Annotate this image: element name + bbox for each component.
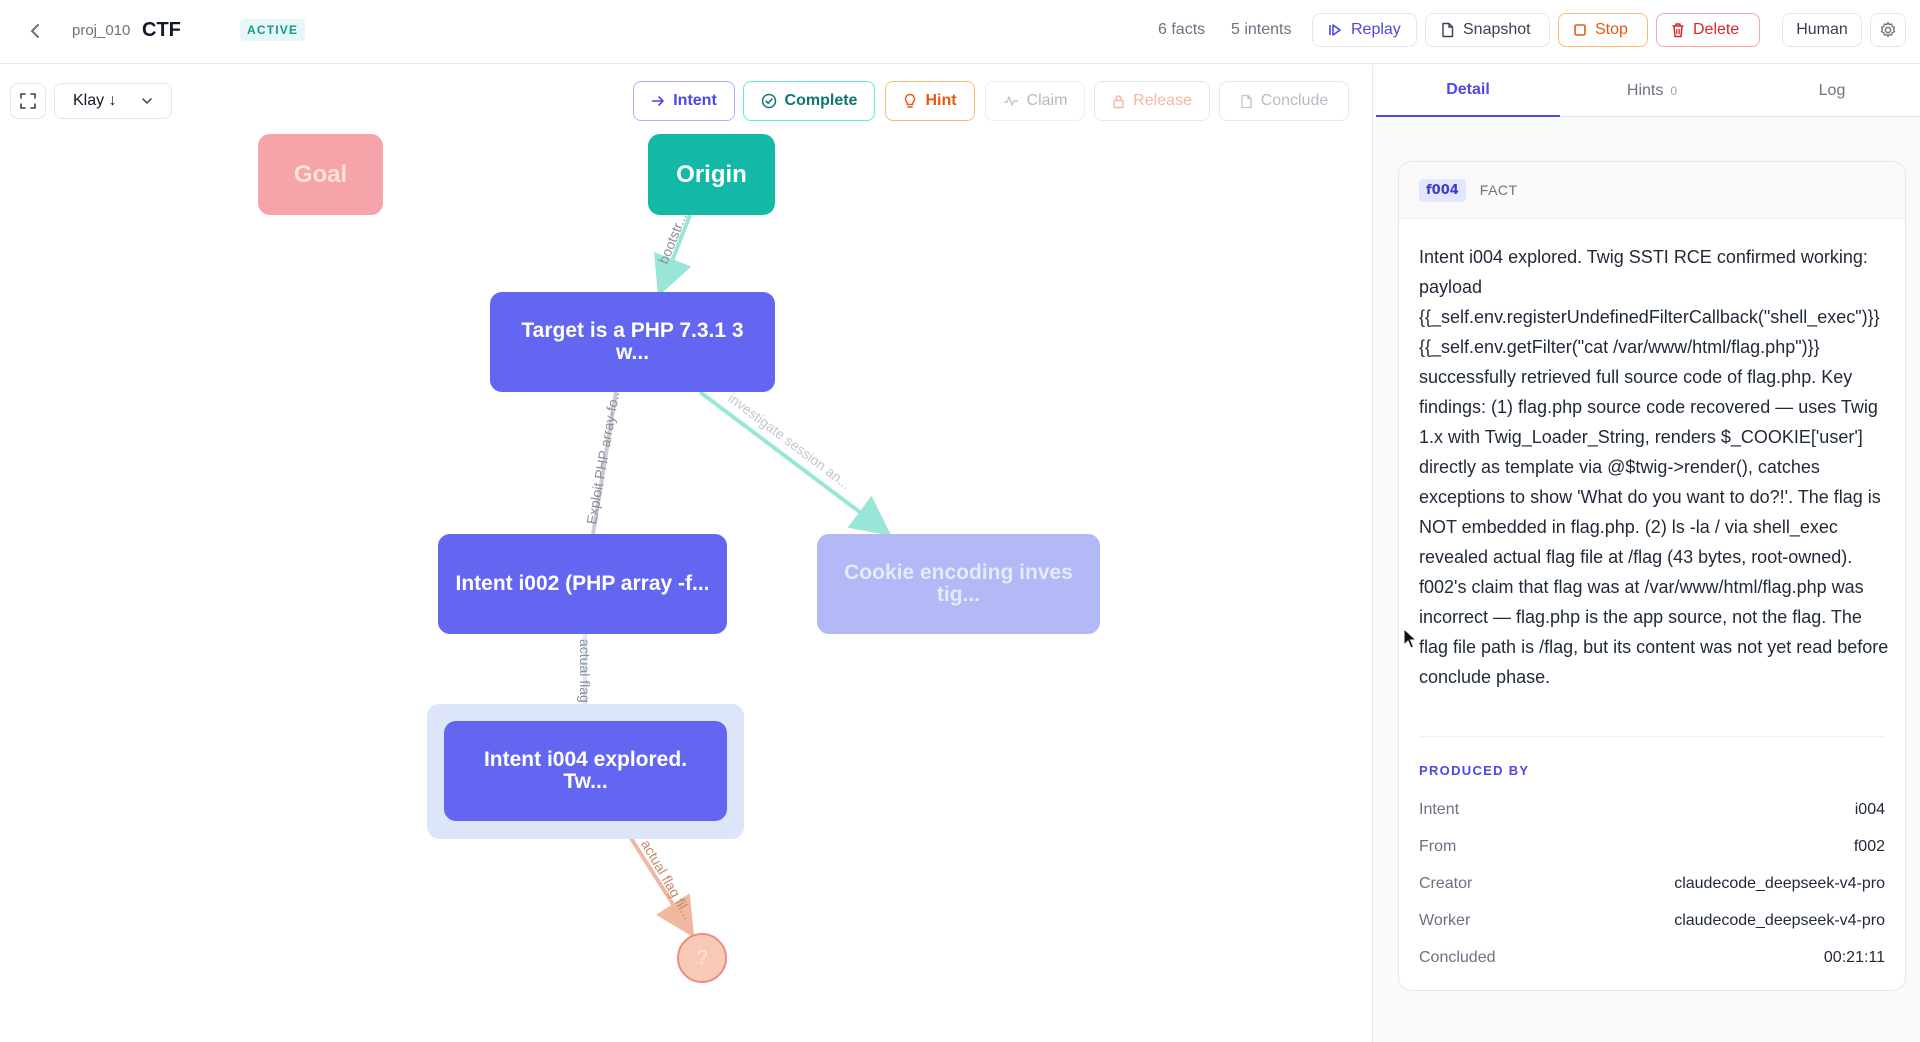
- edge-exploit: Exploit PHP array-fo...: [583, 387, 623, 535]
- node-cookie-encoding[interactable]: Cookie encoding inves tig...: [817, 534, 1100, 634]
- intent-button[interactable]: Intent: [633, 81, 735, 121]
- tab-hints-label: Hints: [1626, 82, 1664, 99]
- release-button[interactable]: Release: [1094, 81, 1210, 121]
- lock-icon: [1113, 94, 1124, 108]
- layout-select-value: Klay ↓: [73, 92, 117, 109]
- detail-panel: Detail Hints 0 Log f004 FACT Intent i004…: [1376, 65, 1920, 1042]
- project-name: CTF: [142, 19, 181, 41]
- release-label: Release: [1133, 92, 1192, 109]
- node-unknown[interactable]: ?: [677, 933, 727, 983]
- produced-by-row: Intent i004: [1419, 801, 1885, 819]
- snapshot-label: Snapshot: [1463, 21, 1531, 38]
- panel-divider[interactable]: [1372, 65, 1373, 1042]
- status-badge: ACTIVE: [240, 19, 306, 41]
- mouse-cursor-icon: [1403, 628, 1417, 649]
- facts-count: 6 facts: [1158, 21, 1206, 38]
- intents-count: 5 intents: [1231, 21, 1292, 38]
- tab-hints[interactable]: Hints 0: [1560, 65, 1744, 117]
- claim-button[interactable]: Claim: [985, 81, 1085, 121]
- settings-button[interactable]: [1870, 13, 1906, 47]
- produced-by-key: From: [1419, 838, 1457, 855]
- conclude-button[interactable]: Conclude: [1219, 81, 1349, 121]
- node-target-php[interactable]: Target is a PHP 7.3.1 3 w...: [490, 292, 775, 392]
- produced-by-key: Intent: [1419, 801, 1460, 818]
- chevron-down-icon: [142, 98, 152, 105]
- produced-by-row: Creator claudecode_deepseek-v4-pro: [1419, 875, 1885, 893]
- replay-icon: [1329, 24, 1341, 36]
- hint-button[interactable]: Hint: [885, 81, 975, 121]
- produced-by-key: Worker: [1419, 912, 1471, 929]
- produced-by-row: Concluded 00:21:11: [1419, 949, 1885, 967]
- complete-label: Complete: [784, 92, 858, 109]
- panel-tabs: Detail Hints 0 Log: [1376, 65, 1920, 117]
- fact-card-header: f004 FACT: [1399, 162, 1905, 219]
- fact-type-label: FACT: [1479, 182, 1518, 198]
- tab-detail[interactable]: Detail: [1376, 65, 1560, 117]
- edge-label-investigate: investigate session an...: [725, 390, 854, 493]
- edge-investigate: investigate session an...: [698, 390, 892, 536]
- edge-bootstrap: bootstr...: [654, 210, 692, 297]
- produced-by-key: Concluded: [1419, 949, 1496, 966]
- layout-select[interactable]: Klay ↓: [54, 83, 172, 119]
- produced-by-row: Worker claudecode_deepseek-v4-pro: [1419, 912, 1885, 930]
- node-goal[interactable]: Goal: [258, 134, 383, 215]
- edge-label-exploit: Exploit PHP array-fo...: [583, 387, 623, 526]
- fact-id-badge: f004: [1419, 178, 1466, 202]
- graph-canvas[interactable]: bootstr... Exploit PHP array-fo... inves…: [0, 65, 1372, 1042]
- edge-label-bootstrap: bootstr...: [655, 210, 690, 266]
- claim-label: Claim: [1026, 92, 1068, 109]
- complete-button[interactable]: Complete: [743, 81, 875, 121]
- human-label: Human: [1796, 21, 1848, 38]
- hint-label: Hint: [925, 92, 957, 109]
- delete-label: Delete: [1693, 21, 1740, 38]
- stop-button[interactable]: Stop: [1558, 13, 1648, 47]
- trash-icon: [1672, 23, 1684, 38]
- conclude-label: Conclude: [1260, 92, 1329, 109]
- document-icon: [1241, 94, 1252, 108]
- gear-icon: [1880, 21, 1896, 38]
- produced-by-value: f002: [1853, 838, 1885, 855]
- project-id: proj_010: [72, 22, 131, 39]
- produced-by-value: i004: [1854, 801, 1885, 818]
- fact-card: f004 FACT Intent i004 explored. Twig SST…: [1398, 161, 1906, 991]
- back-button[interactable]: [22, 18, 48, 44]
- tab-log[interactable]: Log: [1744, 65, 1920, 117]
- intent-label: Intent: [673, 92, 717, 109]
- top-bar: proj_010 CTF ACTIVE 6 facts 5 intents Re…: [0, 0, 1920, 64]
- stop-icon: [1574, 24, 1586, 36]
- snapshot-button[interactable]: Snapshot: [1425, 13, 1550, 47]
- lightbulb-icon: [905, 93, 916, 108]
- node-origin[interactable]: Origin: [648, 134, 775, 215]
- produced-by-row: From f002: [1419, 838, 1885, 856]
- divider: [1419, 736, 1885, 737]
- produced-by-title: PRODUCED BY: [1419, 763, 1530, 778]
- produced-by-value: claudecode_deepseek-v4-pro: [1674, 912, 1885, 929]
- produced-by-value: 00:21:11: [1823, 949, 1885, 966]
- produced-by-key: Creator: [1419, 875, 1473, 892]
- fullscreen-button[interactable]: [10, 83, 46, 119]
- node-intent-i004[interactable]: Intent i004 explored. Tw...: [444, 721, 727, 821]
- tab-log-label: Log: [1818, 82, 1846, 99]
- stop-label: Stop: [1595, 21, 1628, 38]
- arrow-right-icon: [651, 96, 665, 106]
- produced-by-value: claudecode_deepseek-v4-pro: [1674, 875, 1885, 892]
- fact-text: Intent i004 explored. Twig SSTI RCE conf…: [1419, 247, 1889, 687]
- check-circle-icon: [761, 93, 776, 109]
- replay-button[interactable]: Replay: [1312, 13, 1417, 47]
- chevron-left-icon: [31, 24, 39, 38]
- delete-button[interactable]: Delete: [1656, 13, 1760, 47]
- expand-icon: [20, 93, 36, 109]
- human-button[interactable]: Human: [1782, 13, 1862, 47]
- activity-icon: [1003, 96, 1018, 106]
- document-icon: [1442, 22, 1454, 38]
- replay-label: Replay: [1351, 21, 1401, 38]
- tab-detail-label: Detail: [1446, 81, 1490, 98]
- node-intent-i002[interactable]: Intent i002 (PHP array -f...: [438, 534, 727, 634]
- tab-hints-count: 0: [1670, 84, 1678, 98]
